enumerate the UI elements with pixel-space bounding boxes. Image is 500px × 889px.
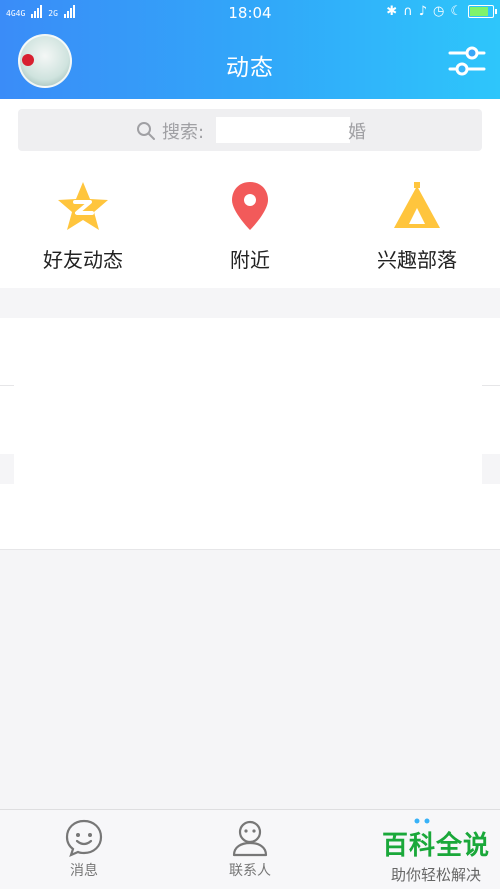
row-gap bbox=[482, 454, 500, 484]
row-divider bbox=[482, 385, 500, 386]
search-section: 搜索: 婚 bbox=[0, 99, 500, 162]
search-input[interactable]: 搜索: 婚 bbox=[18, 109, 482, 151]
quick-action-interest-tribe[interactable]: 兴趣部落 bbox=[347, 180, 487, 273]
status-icons: ✱ ∩ ♪ ◷ ☾ bbox=[386, 4, 497, 19]
quick-action-nearby[interactable]: 附近 bbox=[180, 180, 320, 273]
sliders-icon[interactable] bbox=[448, 44, 486, 78]
tab-dynamic-indicator-icon[interactable] bbox=[412, 818, 432, 824]
tent-icon bbox=[394, 182, 440, 228]
quick-action-friends-feed[interactable]: 好友动态 bbox=[13, 180, 153, 273]
quick-actions: 好友动态 附近 兴趣部落 bbox=[0, 162, 500, 288]
tab-label: 联系人 bbox=[229, 863, 271, 879]
search-label: 搜索: bbox=[162, 122, 205, 143]
top-header: 4G4G 2G 18:04 ✱ ∩ ♪ ◷ ☾ 动态 bbox=[0, 0, 500, 99]
moon-icon: ☾ bbox=[450, 4, 462, 19]
headset-icon: ∩ bbox=[403, 4, 413, 19]
content-panel bbox=[0, 318, 500, 550]
alarm-icon: ◷ bbox=[433, 4, 445, 19]
row-gap bbox=[0, 454, 14, 484]
battery-icon bbox=[468, 5, 497, 18]
watermark-subtitle: 助你轻松解决 bbox=[390, 866, 481, 884]
watermark-logo: 百科全说 助你轻松解决 bbox=[376, 825, 496, 885]
tab-messages[interactable]: 消息 bbox=[24, 818, 144, 880]
tab-label: 消息 bbox=[70, 863, 98, 879]
redacted-text bbox=[216, 117, 350, 143]
contacts-person-icon bbox=[232, 820, 268, 857]
search-tail-text: 婚 bbox=[348, 122, 366, 143]
qzone-star-icon bbox=[58, 182, 108, 230]
quick-action-label: 附近 bbox=[230, 248, 270, 272]
bluetooth-icon: ✱ bbox=[386, 4, 398, 19]
message-smile-icon bbox=[65, 819, 103, 857]
status-bar: 4G4G 2G 18:04 ✱ ∩ ♪ ◷ ☾ bbox=[0, 0, 500, 26]
search-icon bbox=[137, 122, 155, 140]
bell-muted-icon: ♪ bbox=[418, 4, 427, 19]
watermark-title: 百科全说 bbox=[381, 831, 490, 861]
row-divider bbox=[0, 385, 14, 386]
quick-action-label: 兴趣部落 bbox=[377, 248, 457, 272]
section-divider bbox=[0, 288, 500, 318]
location-pin-icon bbox=[232, 182, 268, 230]
tab-contacts[interactable]: 联系人 bbox=[190, 818, 310, 880]
quick-action-label: 好友动态 bbox=[43, 248, 123, 272]
page-title: 动态 bbox=[226, 55, 274, 81]
